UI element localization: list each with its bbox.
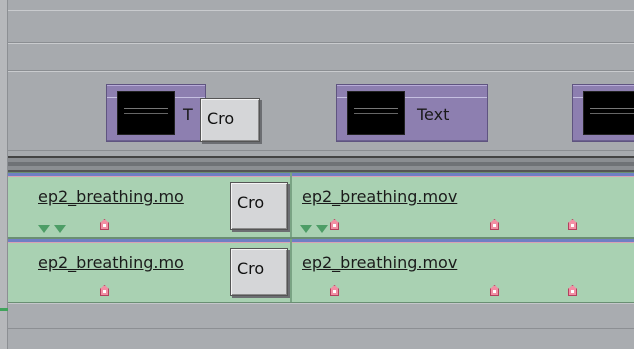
marker-icon[interactable] [330,219,339,230]
cross-dissolve-transition[interactable]: Cro [230,182,288,230]
marker-icon[interactable] [100,285,109,296]
sync-triangle-icon [300,225,312,233]
title-clip[interactable] [572,84,634,142]
sync-triangle-icon [54,225,66,233]
sync-triangle-icon [316,225,328,233]
thumbnail-text-lines [590,108,634,114]
marker-icon[interactable] [568,219,577,230]
thumbnail-text-lines [354,108,398,114]
audio-track-1[interactable]: ep2_breathing.mo ep2_breathing.mov [8,172,634,238]
clip-boundary[interactable] [290,239,292,302]
marker-icon[interactable] [330,285,339,296]
track-line [8,71,634,72]
sync-triangle-icon [38,225,50,233]
marker-icon[interactable] [100,219,109,230]
cross-dissolve-transition[interactable]: Cro [200,98,260,142]
playhead-indicator [0,308,8,311]
divider-groove [0,162,634,166]
clip-label: Text [417,105,450,124]
track-rail [8,242,634,243]
marker-icon[interactable] [568,285,577,296]
empty-track-area [8,303,634,349]
track-divider[interactable] [0,156,634,172]
track-line [8,150,634,151]
title-clip[interactable]: T [106,84,206,142]
clip-thumbnail [117,91,175,135]
video-track-area: T Cro Text [0,0,634,156]
title-clip[interactable]: Text [336,84,488,142]
timeline-window: T Cro Text ep2_breathing.mo ep2_breathin… [0,0,634,349]
track-control-column[interactable] [0,0,8,349]
clip-thumbnail [583,91,634,135]
clip-boundary[interactable] [290,173,292,237]
clip-name[interactable]: ep2_breathing.mo [38,253,184,272]
marker-icon[interactable] [490,285,499,296]
cross-dissolve-transition[interactable]: Cro [230,248,288,296]
track-line [8,328,634,329]
track-line [8,43,634,44]
clip-thumbnail [347,91,405,135]
audio-track-2[interactable]: ep2_breathing.mo ep2_breathing.mov [8,238,634,303]
clip-name[interactable]: ep2_breathing.mo [38,187,184,206]
clip-name[interactable]: ep2_breathing.mov [302,187,457,206]
thumbnail-text-lines [124,108,168,114]
marker-icon[interactable] [490,219,499,230]
clip-name[interactable]: ep2_breathing.mov [302,253,457,272]
track-rail [8,176,634,177]
track-line [8,10,634,11]
clip-label: T [183,105,193,124]
